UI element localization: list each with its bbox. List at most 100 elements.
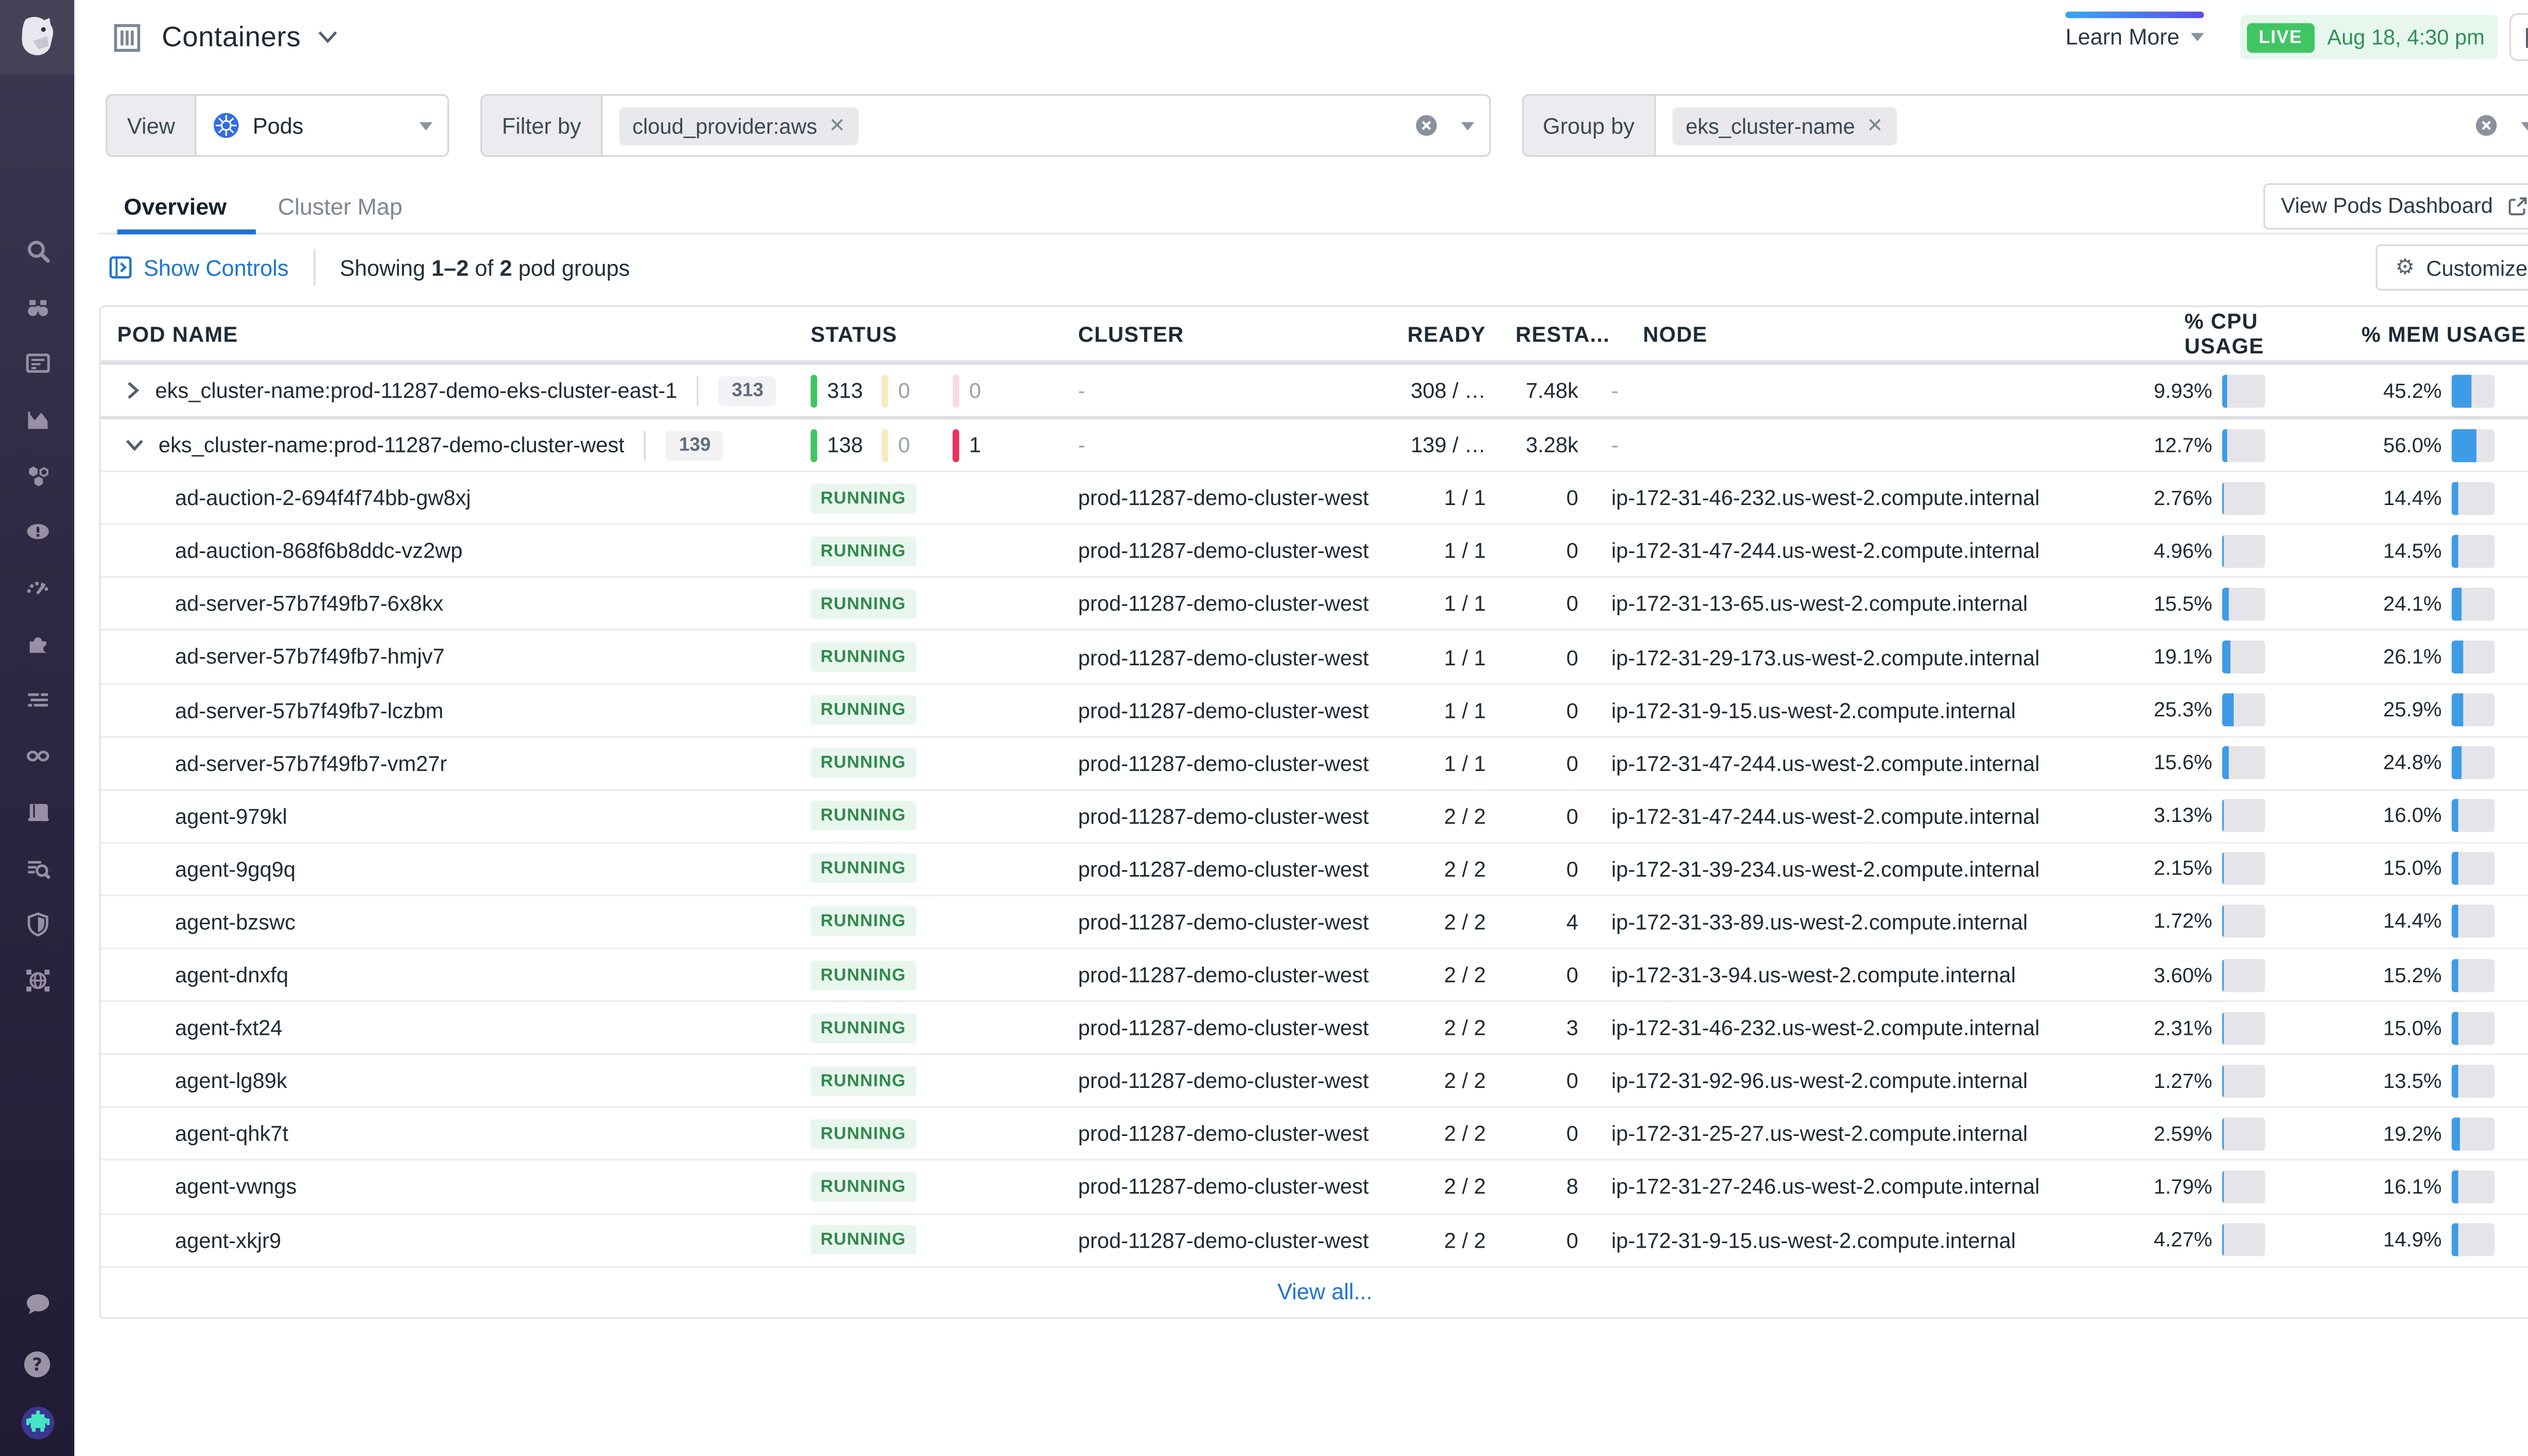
pod-name[interactable]: ad-server-57b7f49fb7-lczbm — [117, 685, 443, 736]
integrations-puzzle-icon[interactable] — [17, 624, 57, 663]
row-menu-kebab-icon[interactable] — [2523, 1223, 2528, 1256]
row-menu-kebab-icon[interactable] — [2523, 534, 2528, 567]
show-controls-button[interactable]: Show Controls — [109, 255, 289, 280]
pod-row[interactable]: agent-xkjr9 RUNNING prod-11287-demo-clus… — [101, 1212, 2528, 1265]
pod-row[interactable]: agent-vwngs RUNNING prod-11287-demo-clus… — [101, 1159, 2528, 1213]
chat-feedback-icon[interactable] — [17, 1284, 57, 1324]
col-mem-usage[interactable]: % MEM USAGE — [2336, 321, 2528, 346]
filter-clear-icon[interactable] — [1414, 114, 1437, 137]
mem-usage-bar — [2451, 640, 2495, 674]
customize-button[interactable]: ⚙ Customize — [2375, 244, 2528, 291]
row-menu-kebab-icon[interactable] — [2523, 587, 2528, 620]
dashboards-icon[interactable] — [17, 343, 57, 383]
datadog-logo[interactable] — [0, 0, 74, 74]
pod-row[interactable]: agent-9gq9q RUNNING prod-11287-demo-clus… — [101, 841, 2528, 895]
datadog-assistant-alien-icon[interactable] — [17, 1403, 57, 1443]
row-menu-kebab-icon[interactable] — [2523, 747, 2528, 780]
security-shield-icon[interactable] — [17, 904, 57, 944]
row-menu-kebab-icon[interactable] — [2523, 905, 2528, 938]
view-all-link[interactable]: View all... — [1277, 1280, 1372, 1304]
pod-name[interactable]: ad-auction-868f6b8ddc-vz2wp — [117, 525, 463, 577]
pause-button[interactable] — [2509, 13, 2528, 61]
view-pods-dashboard-button[interactable]: View Pods Dashboard — [2263, 182, 2528, 229]
pod-row[interactable]: agent-qhk7t RUNNING prod-11287-demo-clus… — [101, 1106, 2528, 1160]
col-cluster[interactable]: CLUSTER — [1058, 321, 1396, 346]
view-selector[interactable]: View Pods — [105, 94, 449, 157]
mem-cell: 13.5% — [2305, 1064, 2511, 1098]
pod-name[interactable]: ad-server-57b7f49fb7-hmjv7 — [117, 631, 444, 683]
pod-row[interactable]: agent-fxt24 RUNNING prod-11287-demo-clus… — [101, 1000, 2528, 1054]
col-status[interactable]: STATUS — [794, 321, 1058, 346]
group-by-input[interactable]: Group by eks_cluster-name ✕ — [1521, 94, 2528, 157]
pod-row[interactable]: ad-server-57b7f49fb7-vm27r RUNNING prod-… — [101, 736, 2528, 789]
tab-cluster-map[interactable]: Cluster Map — [278, 178, 402, 233]
pod-row[interactable]: ad-server-57b7f49fb7-lczbm RUNNING prod-… — [101, 682, 2528, 736]
monitors-icon[interactable] — [17, 512, 57, 551]
pod-row[interactable]: agent-bzswc RUNNING prod-11287-demo-clus… — [101, 894, 2528, 948]
filter-by-input[interactable]: Filter by cloud_provider:aws ✕ — [480, 94, 1490, 157]
search-icon[interactable] — [17, 231, 57, 270]
pod-group-name[interactable]: eks_cluster-name:prod-11287-demo-cluster… — [158, 433, 624, 458]
pod-name[interactable]: agent-dnxfq — [117, 949, 288, 1001]
pod-row[interactable]: ad-auction-868f6b8ddc-vz2wp RUNNING prod… — [101, 524, 2528, 577]
notebooks-icon[interactable] — [17, 792, 57, 832]
filter-caret-icon[interactable] — [1460, 121, 1474, 130]
pod-row[interactable]: agent-dnxfq RUNNING prod-11287-demo-clus… — [101, 947, 2528, 1000]
row-menu-kebab-icon[interactable] — [2523, 852, 2528, 885]
chevron-down-icon[interactable] — [125, 438, 144, 452]
log-pipelines-icon[interactable] — [17, 848, 57, 888]
row-menu-kebab-icon[interactable] — [2523, 1170, 2528, 1203]
network-icon[interactable] — [17, 961, 57, 1000]
pod-name[interactable]: agent-9gq9q — [117, 843, 295, 895]
ci-pipelines-icon[interactable] — [17, 736, 57, 776]
filter-tag-remove-icon[interactable]: ✕ — [829, 114, 845, 137]
pod-name[interactable]: agent-qhk7t — [117, 1108, 288, 1160]
help-icon[interactable]: ? — [17, 1344, 57, 1383]
pod-name[interactable]: ad-auction-2-694f4f74bb-gw8xj — [117, 472, 471, 524]
pod-name[interactable]: agent-xkjr9 — [117, 1214, 281, 1266]
row-menu-kebab-icon[interactable] — [2523, 799, 2528, 832]
group-clear-icon[interactable] — [2475, 114, 2498, 137]
col-restarts[interactable]: RESTA... — [1499, 321, 1623, 346]
row-menu-kebab-icon[interactable] — [2523, 694, 2528, 726]
apm-gauge-icon[interactable] — [17, 568, 57, 607]
infrastructure-icon[interactable] — [17, 456, 57, 495]
row-menu-kebab-icon[interactable] — [2523, 959, 2528, 991]
tab-overview[interactable]: Overview — [117, 178, 257, 235]
pod-name[interactable]: agent-979kl — [117, 790, 287, 842]
col-pod-name[interactable]: POD NAME — [101, 321, 794, 346]
pod-group-name[interactable]: eks_cluster-name:prod-11287-demo-eks-clu… — [155, 378, 678, 403]
pod-name[interactable]: ad-server-57b7f49fb7-vm27r — [117, 737, 447, 789]
pod-name[interactable]: agent-bzswc — [117, 896, 295, 948]
pod-name[interactable]: agent-vwngs — [117, 1161, 297, 1213]
group-tag-remove-icon[interactable]: ✕ — [1867, 114, 1883, 137]
pod-name[interactable]: ad-server-57b7f49fb7-6x8kx — [117, 578, 443, 630]
metrics-icon[interactable] — [17, 399, 57, 439]
row-menu-kebab-icon[interactable] — [2523, 1064, 2528, 1097]
pod-group-row[interactable]: eks_cluster-name:prod-11287-demo-eks-clu… — [101, 361, 2528, 416]
title-chevron-down-icon[interactable] — [318, 30, 339, 44]
group-caret-icon[interactable] — [2521, 121, 2528, 130]
logs-icon[interactable] — [17, 680, 57, 719]
row-menu-kebab-icon[interactable] — [2523, 482, 2528, 515]
row-menu-kebab-icon[interactable] — [2523, 1012, 2528, 1044]
learn-more-button[interactable]: Learn More — [2065, 0, 2204, 74]
pod-row[interactable]: ad-server-57b7f49fb7-hmjv7 RUNNING prod-… — [101, 629, 2528, 683]
pod-group-row[interactable]: eks_cluster-name:prod-11287-demo-cluster… — [101, 416, 2528, 471]
col-ready[interactable]: READY — [1396, 321, 1499, 346]
watchdog-icon[interactable] — [17, 287, 57, 327]
group-tag[interactable]: eks_cluster-name ✕ — [1672, 106, 1897, 145]
live-time-selector[interactable]: LIVE Aug 18, 4:30 pm — [2240, 15, 2498, 60]
col-node[interactable]: NODE — [1623, 321, 2184, 346]
chevron-right-icon[interactable] — [125, 381, 140, 399]
row-menu-kebab-icon[interactable] — [2523, 1117, 2528, 1150]
col-cpu-usage[interactable]: % CPU USAGE — [2184, 309, 2336, 358]
pod-row[interactable]: ad-server-57b7f49fb7-6x8kx RUNNING prod-… — [101, 576, 2528, 630]
pod-row[interactable]: agent-979kl RUNNING prod-11287-demo-clus… — [101, 789, 2528, 842]
pod-row[interactable]: ad-auction-2-694f4f74bb-gw8xj RUNNING pr… — [101, 471, 2528, 524]
pod-row[interactable]: agent-lg89k RUNNING prod-11287-demo-clus… — [101, 1053, 2528, 1107]
filter-tag[interactable]: cloud_provider:aws ✕ — [619, 106, 859, 145]
pod-name[interactable]: agent-lg89k — [117, 1055, 287, 1107]
pod-name[interactable]: agent-fxt24 — [117, 1002, 282, 1054]
row-menu-kebab-icon[interactable] — [2523, 641, 2528, 673]
